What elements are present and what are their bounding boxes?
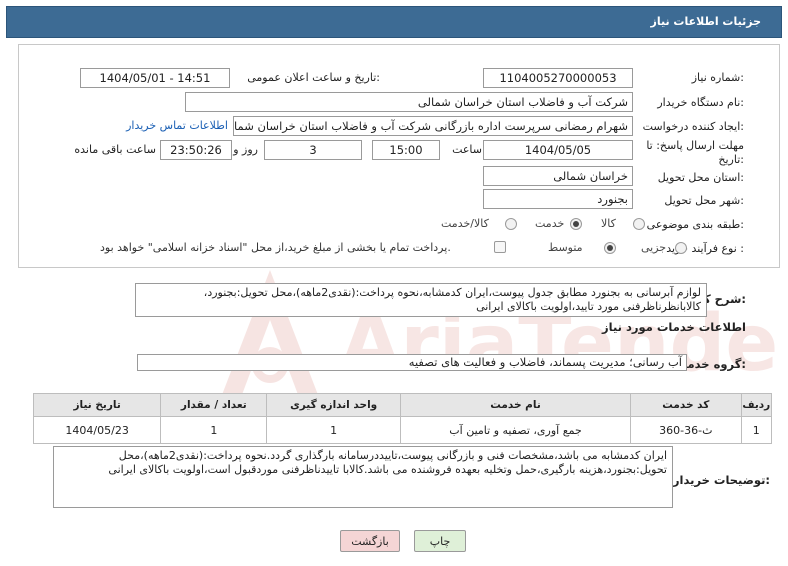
requester-label: ایجاد کننده درخواست: [642, 120, 744, 133]
announce-datetime-field: 1404/05/01 - 14:51 [80, 68, 230, 88]
cell-service-code: ث-36-360 [630, 416, 742, 444]
delivery-city-label: شهر محل تحویل: [664, 194, 744, 207]
buyer-notes-label: توضیحات خریدار: [672, 473, 770, 487]
delivery-city-field: بجنورد [483, 189, 633, 209]
purchase-radio-medium[interactable] [604, 242, 616, 254]
need-number-field: 1104005270000053 [483, 68, 633, 88]
deadline-label: مهلت ارسال پاسخ: تا [646, 139, 744, 152]
remaining-time-field: 23:50:26 [160, 140, 232, 160]
deadline-days-label: روز و [233, 143, 258, 156]
category-radio-goods[interactable] [633, 218, 645, 230]
service-group-field: آب رسانی؛ مدیریت پسماند، فاضلاب و فعالیت… [137, 354, 687, 371]
remaining-time-label: ساعت باقی مانده [74, 143, 156, 156]
back-button[interactable]: بازگشت [340, 530, 400, 552]
buyer-contact-link[interactable]: اطلاعات تماس خریدار [126, 119, 228, 132]
category-radio-goods-service[interactable] [505, 218, 517, 230]
delivery-province-field: خراسان شمالی [483, 166, 633, 186]
col-unit: واحد اندازه گیری [266, 393, 401, 417]
purchase-radio-minor[interactable] [675, 242, 687, 254]
category-option-goods-service: کالا/خدمت [441, 217, 489, 230]
print-button[interactable]: چاپ [414, 530, 466, 552]
delivery-province-label: استان محل تحویل: [657, 171, 744, 184]
page-header: جزئیات اطلاعات نیاز [6, 6, 782, 38]
cell-row: 1 [740, 416, 773, 444]
purchase-option-minor: جزیی [641, 241, 667, 254]
services-table-header: ردیف کد خدمت نام خدمت واحد اندازه گیری ت… [32, 393, 773, 417]
description-box: لوازم آبرسانی به بجنورد مطابق جدول پیوست… [135, 283, 707, 317]
treasury-payment-checkbox[interactable] [494, 241, 506, 253]
cell-quantity: 1 [160, 416, 268, 444]
category-option-service: خدمت [535, 217, 565, 230]
buyer-org-label: نام دستگاه خریدار: [657, 96, 744, 109]
category-label: طبقه بندی موضوعی: [646, 218, 744, 231]
need-number-label: شماره نیاز: [691, 71, 744, 84]
deadline-time-label: ساعت [452, 143, 482, 156]
requester-field: شهرام رمضانی سرپرست اداره بازرگانی شرکت … [233, 116, 633, 136]
col-quantity: تعداد / مقدار [160, 393, 268, 417]
services-table: ردیف کد خدمت نام خدمت واحد اندازه گیری ت… [32, 393, 773, 444]
services-section-title: اطلاعات خدمات مورد نیاز [602, 320, 746, 334]
cell-need-date: 1404/05/23 [32, 416, 162, 444]
table-row: 1 ث-36-360 جمع آوری، تصفیه و تامین آب 1 … [32, 416, 773, 444]
treasury-payment-note: پرداخت تمام یا بخشی از مبلغ خرید،از محل … [100, 241, 451, 254]
announce-label: تاریخ و ساعت اعلان عمومی: [247, 71, 380, 84]
deadline-date-field: 1404/05/05 [483, 140, 633, 160]
col-service-name: نام خدمت [399, 393, 632, 417]
purchase-option-medium: متوسط [548, 241, 583, 254]
category-option-goods: کالا [601, 217, 616, 230]
category-radio-service[interactable] [570, 218, 582, 230]
page-title: جزئیات اطلاعات نیاز [650, 15, 762, 28]
cell-unit: 1 [266, 416, 401, 444]
deadline-time-field: 15:00 [372, 140, 440, 160]
col-service-code: کد خدمت [630, 393, 742, 417]
cell-service-name: جمع آوری، تصفیه و تامین آب [399, 416, 632, 444]
deadline-date-label: تاریخ: [718, 153, 744, 166]
buyer-notes-box: ایران کدمشابه می باشد،مشخصات فنی و بازرگ… [53, 446, 673, 508]
deadline-days-field: 3 [264, 140, 362, 160]
col-need-date: تاریخ نیاز [32, 393, 162, 417]
col-row: ردیف [740, 393, 773, 417]
buyer-org-field: شرکت آب و فاضلاب استان خراسان شمالی [185, 92, 633, 112]
